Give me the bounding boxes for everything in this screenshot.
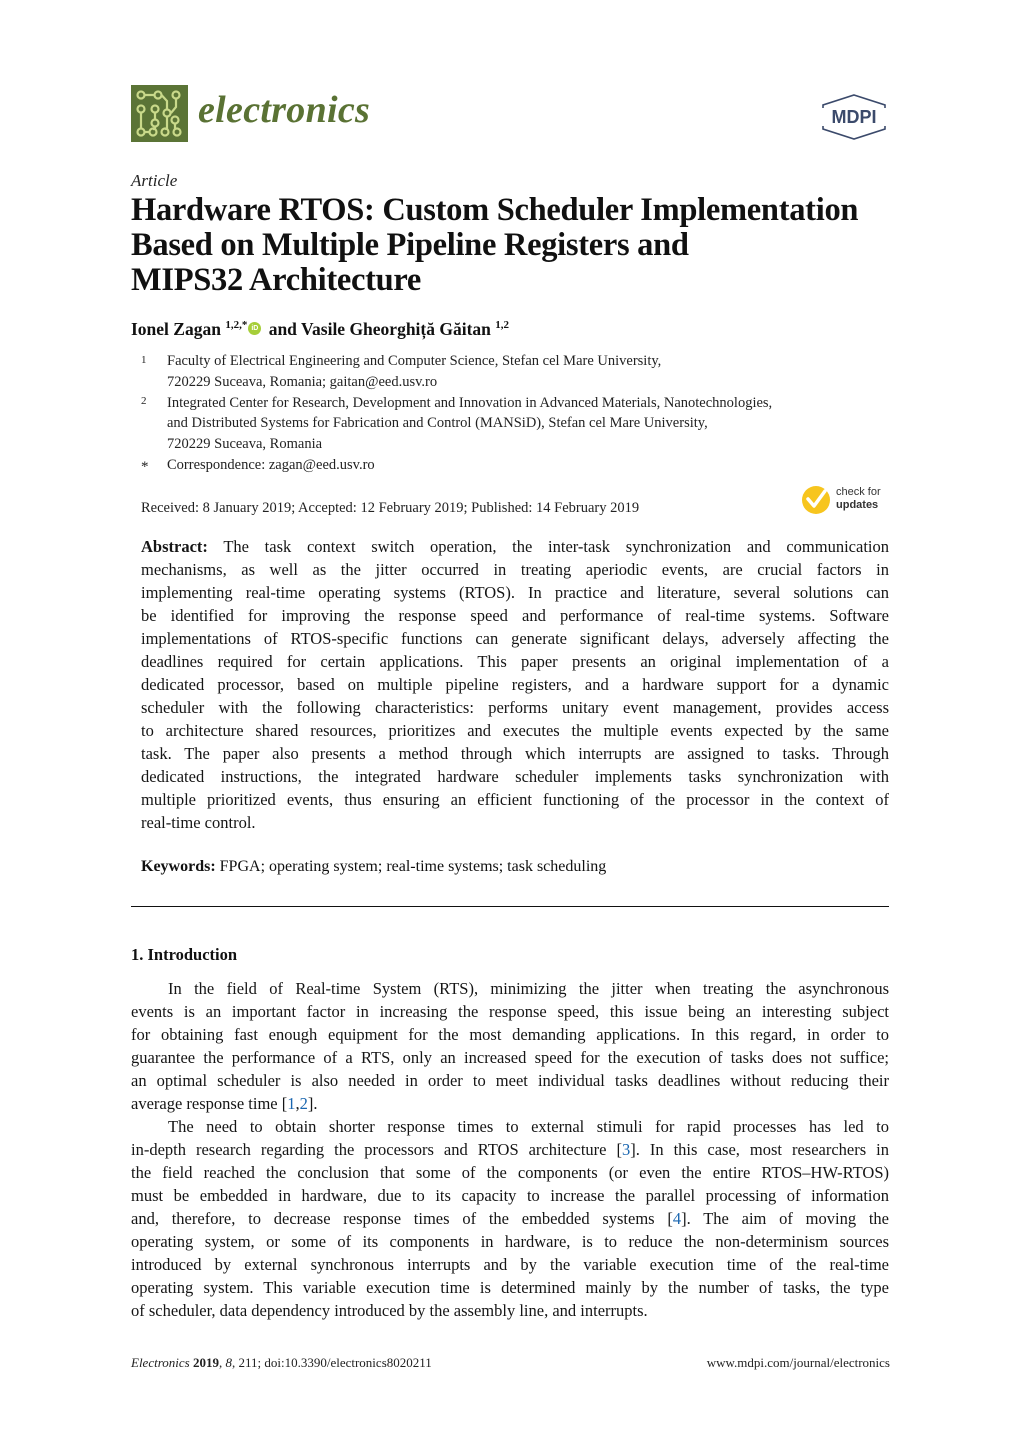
keywords: Keywords: FPGA; operating system; real-t… [141,858,606,876]
citation-link[interactable]: 2 [300,1094,308,1113]
keywords-text: FPGA; operating system; real-time system… [215,858,607,875]
author-conjunction: and [268,319,297,339]
body-text: average response time [ [131,1094,288,1113]
title-line: Based on Multiple Pipeline Registers and [131,227,689,263]
publication-dates: Received: 8 January 2019; Accepted: 12 F… [141,500,640,516]
author-affiliation-marks: 1,2 [495,319,510,331]
body-text: ]. In this case, most researchers in [630,1140,889,1159]
body-text: and, therefore, to decrease response tim… [131,1209,673,1228]
footer-citation: Electronics 2019, 8, 211; doi:10.3390/el… [131,1355,432,1370]
article-type: Article [131,171,178,190]
keywords-label: Keywords: [141,858,216,875]
abstract-line: real-time control. [141,813,256,832]
body-text: ]. [307,1094,318,1113]
footer-year: 2019 [192,1355,219,1370]
body-line: and, therefore, to decrease response tim… [131,1208,889,1230]
affiliation-line: 720229 Suceava, Romania; gaitan@eed.usv.… [167,374,438,390]
affiliation-line: Faculty of Electrical Engineering and Co… [167,353,662,369]
author-affiliation-marks: 1,2,* [225,319,248,331]
footer-doi[interactable]: , 211; doi:10.3390/electronics8020211 [232,1355,432,1370]
body-line: must be embedded in hardware, due to its… [131,1186,889,1205]
check-updates-icon [802,486,830,514]
affiliation-mark: 1 [141,354,147,366]
journal-name: electronics [198,89,371,131]
body-line: In the field of Real-time System (RTS), … [168,979,889,998]
body-line: an optimal scheduler is also needed in o… [131,1071,889,1090]
section-heading: 1. Introduction [131,945,238,964]
author-name[interactable]: Vasile Gheorghiță Găitan [301,319,491,339]
mdpi-logo-icon: MDPI [817,93,891,141]
correspondence-mark: * [141,459,149,475]
body-line: in-depth research regarding the processo… [131,1139,889,1161]
abstract-line: task. The paper also presents a method t… [141,744,889,763]
abstract-line: Abstract: The task context switch operat… [141,536,889,558]
abstract-line: dedicated processor, based on multiple p… [141,675,889,694]
section-divider [131,906,889,907]
body-line: average response time [1,2]. [131,1093,889,1115]
abstract-line: implementing real-time operating systems… [141,583,889,602]
body-line: introduced by external synchronous inter… [131,1255,889,1274]
affiliation-line: 720229 Suceava, Romania [167,436,323,452]
check-updates-label: updates [836,499,879,511]
abstract-line: dedicated instructions, the integrated h… [141,767,889,786]
affiliation-line: Integrated Center for Research, Developm… [167,395,773,411]
footer-journal-url[interactable]: www.mdpi.com/journal/electronics [661,1355,890,1371]
abstract-line: scheduler with the following characteris… [141,698,889,717]
body-line: operating system. This variable executio… [131,1278,889,1297]
mdpi-logo-text: MDPI [832,107,877,127]
abstract-label: Abstract: [141,537,208,556]
body-line: operating system, or some of its compone… [131,1232,889,1251]
affiliation-line: and Distributed Systems for Fabrication … [167,415,708,431]
citation-link[interactable]: 3 [622,1140,630,1159]
author-name[interactable]: Ionel Zagan [131,319,221,339]
title-line: MIPS32 Architecture [131,262,422,298]
author-list: Ionel Zagan 1,2,* iD and Vasile Gheorghiț… [131,319,509,340]
footer-journal: Electronics [131,1355,190,1370]
abstract-line: be identified for improving the response… [141,606,889,625]
abstract-line: deadlines required for certain applicati… [141,652,889,671]
body-line: for obtaining fast enough equipment for … [131,1025,889,1044]
body-line: the field reached the conclusion that so… [131,1163,889,1182]
body-line: guarantee the performance of a RTS, only… [131,1048,889,1067]
abstract-line: implementations of RTOS-specific functio… [141,629,889,648]
affiliation-mark: 2 [141,395,147,407]
check-for-updates-badge[interactable]: check for updates [801,485,893,517]
title-line: Hardware RTOS: Custom Scheduler Implemen… [131,192,859,228]
abstract-line: multiple prioritized events, thus ensuri… [141,790,889,809]
abstract-line: to architecture shared resources, priori… [141,721,889,740]
body-text: ]. The aim of moving the [681,1209,889,1228]
body-line: events is an important factor in increas… [131,1002,889,1021]
check-updates-label: check for [836,486,881,498]
body-line: The need to obtain shorter response time… [168,1117,889,1136]
body-line: of scheduler, data dependency introduced… [131,1301,648,1320]
body-text: in-depth research regarding the processo… [131,1140,622,1159]
paper-title: Hardware RTOS: Custom Scheduler Implemen… [131,193,901,298]
journal-logo-icon [131,85,188,142]
orcid-icon[interactable]: iD [248,322,262,335]
abstract-line: mechanisms, as well as the jitter occurr… [141,560,889,579]
citation-link[interactable]: 4 [673,1209,681,1228]
abstract-text: The task context switch operation, the i… [207,537,889,556]
correspondence-line: Correspondence: zagan@eed.usv.ro [167,457,375,473]
